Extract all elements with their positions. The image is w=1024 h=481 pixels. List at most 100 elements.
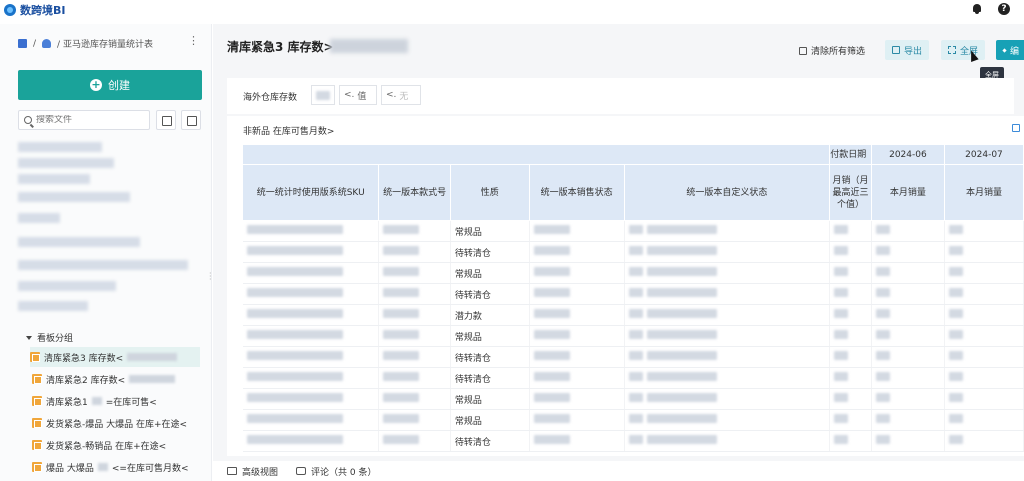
dashboard-icon [30,352,40,362]
column-header[interactable]: 统一统计时使用版系统SKU [241,164,380,221]
home-icon[interactable] [18,39,27,48]
table-cell [624,262,831,284]
table-cell [624,304,831,326]
table-cell [624,367,831,389]
tree-item-suffix: =在库可售< [105,397,157,408]
column-header[interactable]: 本月销量 [870,164,945,221]
list-item[interactable] [18,158,114,168]
table-cell [529,346,625,368]
column-header[interactable]: 统一版本自定义状态 [623,164,831,221]
table-row[interactable]: 待转清仓 [242,430,1024,452]
report-card: 非新品 在库可售月数> 付款日期 2024-06 2024-07 统一统计时使用… [227,116,1024,456]
column-header[interactable]: 性质 [449,164,530,221]
logo-icon [4,4,16,16]
search-input[interactable] [36,115,141,125]
table-cell [944,304,1024,326]
edit-label: 编 [1009,46,1019,57]
tree-item[interactable]: 发货紧急-爆品 大爆品 在库+在途< [32,413,202,433]
breadcrumb-current[interactable]: / 亚马逊库存销量统计表 [57,37,153,50]
brand-logo[interactable]: 数跨境BI [4,2,65,18]
export-button[interactable]: 导出 [885,40,930,60]
table-row[interactable]: 常规品 [242,409,1024,431]
table-cell [378,367,451,389]
settings-icon[interactable] [1012,124,1020,132]
list-item[interactable] [18,301,88,311]
table-cell [529,262,625,284]
table-row[interactable]: 常规品 [242,220,1024,242]
table-row[interactable]: 常规品 [242,325,1024,347]
data-table: 付款日期 2024-06 2024-07 统一统计时使用版系统SKU 统一版本款… [241,144,1024,452]
nature-cell: 待转清仓 [450,346,530,368]
column-header[interactable]: 本月销量 [943,164,1024,221]
nature-cell: 潜力款 [450,304,530,326]
tree-item[interactable]: 发货紧急-畅销品 在库+在途< [32,435,202,455]
nature-cell: 待转清仓 [450,283,530,305]
table-row[interactable]: 待转清仓 [242,346,1024,368]
table-cell [944,241,1024,263]
table-cell [871,325,945,347]
sidebar: / / 亚马逊库存销量统计表 ⋮ + 创建 看板分组 清库紧急3 库存数< 清库… [0,24,212,481]
tree-item[interactable]: 清库紧急1 =在库可售< [32,391,202,411]
filter-operator-select[interactable]: <. 值 [339,85,377,105]
dashboard-icon [32,418,42,428]
table-cell [242,367,380,389]
filter-value-input[interactable] [311,85,335,105]
list-item[interactable] [18,281,116,291]
more-icon[interactable]: ⋮ [188,35,199,46]
tree-item[interactable]: 清库紧急3 库存数< [30,347,200,367]
nature-cell: 常规品 [450,325,530,347]
table-row[interactable]: 待转清仓 [242,367,1024,389]
column-header[interactable]: 统一版本款式号 [378,164,451,221]
column-header[interactable]: 月销（月最高近三个值） [829,164,872,221]
clear-filters-button[interactable]: 清除所有筛选 [799,44,865,57]
table-cell [624,220,831,242]
table-row[interactable]: 常规品 [242,262,1024,284]
table-cell [871,388,945,410]
tree-item[interactable]: 清库紧急2 库存数< [32,369,202,389]
table-cell [529,409,625,431]
month-header: 2024-07 [943,144,1024,165]
table-row[interactable]: 常规品 [242,388,1024,410]
resize-handle[interactable]: · · · [209,270,212,284]
edit-button[interactable]: 编 [996,40,1024,60]
table-row[interactable]: 潜力款 [242,304,1024,326]
create-button[interactable]: + 创建 [18,70,202,100]
advanced-view-label: 高级视图 [242,467,279,478]
table-cell [944,220,1024,242]
tree-group[interactable]: 看板分组 [26,331,73,344]
bell-icon[interactable] [972,3,982,15]
tree-item-label: 爆品 大爆品 [46,463,94,474]
create-button-label: 创建 [108,79,130,92]
group-header-spacer [241,144,831,165]
fullscreen-button[interactable]: 全屏 [941,40,986,60]
table-cell [624,283,831,305]
table-cell [944,283,1024,305]
table-row[interactable]: 待转清仓 [242,241,1024,263]
list-item[interactable] [18,213,60,223]
less-than-icon: <. [386,90,397,100]
filter-operator-select[interactable]: <. 无 [381,85,421,105]
table-row[interactable]: 待转清仓 [242,283,1024,305]
table-cell [378,262,451,284]
table-cell [871,283,945,305]
list-item[interactable] [18,192,130,202]
help-icon[interactable]: ? [998,3,1010,15]
column-header[interactable]: 统一版本销售状态 [528,164,625,221]
folder-icon[interactable] [181,110,201,130]
comments-label: 评论（共 0 条） [311,467,377,478]
advanced-view-button[interactable]: 高级视图 [227,465,278,478]
tree-item[interactable]: 爆品 大爆品 <=在库可售月数< [32,457,202,477]
list-item[interactable] [18,237,140,247]
list-item[interactable] [18,260,188,270]
user-icon[interactable] [42,39,52,48]
dashboard-icon [32,374,42,384]
list-item[interactable] [18,174,90,184]
tree-item-label: 清库紧急1 [46,397,88,408]
table-cell [829,220,872,242]
list-item[interactable] [18,142,102,152]
new-folder-icon[interactable] [156,110,176,130]
table-cell [829,304,872,326]
comments-button[interactable]: 评论（共 0 条） [296,465,376,478]
filter-bar: 海外仓库存数 <. 值 <. 无 [227,78,1014,114]
caret-down-icon [26,335,32,340]
